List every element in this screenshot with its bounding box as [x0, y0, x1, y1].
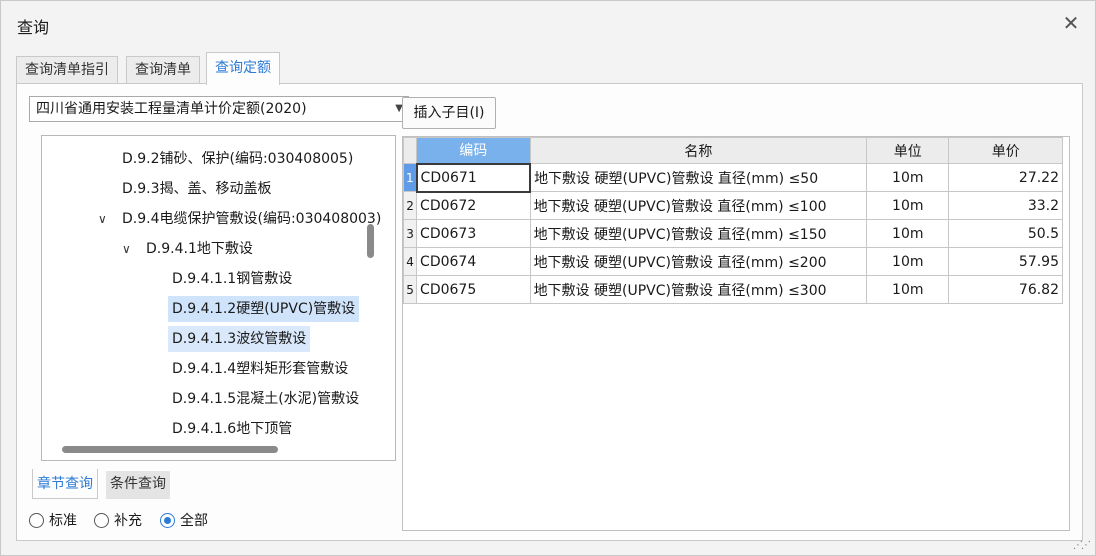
cell-name[interactable]: 地下敷设 硬塑(UPVC)管敷设 直径(mm) ≤300 — [529, 275, 868, 304]
table-header-row: 编码 名称 单位 单价 — [403, 137, 1063, 164]
tree-horizontal-scrollbar[interactable] — [62, 446, 278, 453]
cell-price[interactable]: 33.2 — [948, 191, 1063, 220]
cell-unit[interactable]: 10m — [866, 219, 950, 248]
tab-chapter-search[interactable]: 章节查询 — [32, 469, 98, 499]
quota-panel: 四川省通用安装工程量清单计价定额(2020) ▼ D.9.2铺砂、保护(编码:0… — [16, 83, 1083, 541]
cell-price[interactable]: 27.22 — [948, 163, 1063, 192]
tree-item[interactable]: D.9.2铺砂、保护(编码:030408005) — [118, 146, 357, 172]
resize-grip-icon[interactable]: ⋰⋰ — [1073, 540, 1091, 551]
radio-circle-icon — [94, 513, 109, 528]
quota-library-value: 四川省通用安装工程量清单计价定额(2020) — [36, 101, 307, 117]
cell-code[interactable]: CD0674 — [416, 247, 531, 276]
column-header-price[interactable]: 单价 — [948, 137, 1063, 164]
tree-item[interactable]: D.9.4.1.4塑料矩形套管敷设 — [168, 356, 352, 382]
tree-item[interactable]: D.9.4.1.5混凝土(水泥)管敷设 — [168, 386, 363, 412]
row-number[interactable]: 4 — [403, 247, 418, 276]
tree-item[interactable]: D.9.4.1地下敷设 — [142, 236, 257, 262]
row-number[interactable]: 2 — [403, 191, 418, 220]
radio-standard-label: 标准 — [49, 513, 77, 529]
cell-price[interactable]: 57.95 — [948, 247, 1063, 276]
insert-child-button[interactable]: 插入子目(I) — [402, 97, 496, 129]
close-icon[interactable]: ✕ — [1059, 11, 1083, 35]
cell-code[interactable]: CD0673 — [416, 219, 531, 248]
expand-toggle-icon[interactable]: ∨ — [122, 236, 131, 262]
row-number[interactable]: 3 — [403, 219, 418, 248]
tree-item[interactable]: D.9.4.1.3波纹管敷设 — [168, 326, 311, 352]
row-number[interactable]: 1 — [403, 163, 418, 192]
chapter-tree[interactable]: D.9.2铺砂、保护(编码:030408005) D.9.3揭、盖、移动盖板 ∨ D.… — [41, 135, 396, 461]
tree-vertical-scrollbar[interactable] — [367, 224, 374, 258]
quota-table: 编码 名称 单位 单价 1 CD0671 地下敷设 硬塑(UPVC)管敷设 直径(m… — [403, 137, 1063, 304]
table-row[interactable]: 2 CD0672 地下敷设 硬塑(UPVC)管敷设 直径(mm) ≤100 10m 33… — [403, 191, 1063, 220]
column-header-unit[interactable]: 单位 — [866, 137, 950, 164]
cell-unit[interactable]: 10m — [866, 191, 950, 220]
cell-code[interactable]: CD0675 — [416, 275, 531, 304]
column-header-rownum — [403, 137, 418, 164]
row-number[interactable]: 5 — [403, 275, 418, 304]
expand-toggle-icon[interactable]: ∨ — [98, 206, 107, 232]
cell-unit[interactable]: 10m — [866, 163, 950, 192]
tree-item[interactable]: D.9.4.1.1钢管敷设 — [168, 266, 296, 292]
cell-name[interactable]: 地下敷设 硬塑(UPVC)管敷设 直径(mm) ≤100 — [529, 191, 868, 220]
radio-all[interactable]: 全部 — [160, 511, 208, 531]
radio-circle-icon — [160, 513, 175, 528]
table-row[interactable]: 1 CD0671 地下敷设 硬塑(UPVC)管敷设 直径(mm) ≤50 10m 27.… — [403, 162, 1063, 193]
quota-library-select[interactable]: 四川省通用安装工程量清单计价定额(2020) ▼ — [29, 96, 409, 122]
cell-price[interactable]: 50.5 — [948, 219, 1063, 248]
radio-circle-icon — [29, 513, 44, 528]
table-row[interactable]: 4 CD0674 地下敷设 硬塑(UPVC)管敷设 直径(mm) ≤200 10m 57… — [403, 247, 1063, 276]
cell-name[interactable]: 地下敷设 硬塑(UPVC)管敷设 直径(mm) ≤50 — [529, 163, 868, 192]
radio-all-label: 全部 — [180, 513, 208, 529]
radio-supplement[interactable]: 补充 — [94, 511, 142, 531]
table-row[interactable]: 3 CD0673 地下敷设 硬塑(UPVC)管敷设 直径(mm) ≤150 10m 50… — [403, 219, 1063, 248]
radio-standard[interactable]: 标准 — [29, 511, 77, 531]
tree-item[interactable]: D.9.4.1.6地下顶管 — [168, 416, 296, 442]
cell-name[interactable]: 地下敷设 硬塑(UPVC)管敷设 直径(mm) ≤200 — [529, 247, 868, 276]
cell-price[interactable]: 76.82 — [948, 275, 1063, 304]
column-header-name[interactable]: 名称 — [529, 137, 868, 164]
tab-quota[interactable]: 查询定额 — [206, 52, 280, 85]
tree-item[interactable]: D.9.3揭、盖、移动盖板 — [118, 176, 276, 202]
cell-code[interactable]: CD0672 — [416, 191, 531, 220]
column-header-code[interactable]: 编码 — [416, 137, 531, 164]
cell-unit[interactable]: 10m — [866, 275, 950, 304]
cell-code[interactable]: CD0671 — [415, 162, 532, 193]
dialog-title: 查询 — [17, 18, 50, 37]
tree-item[interactable]: D.9.4.1.2硬塑(UPVC)管敷设 — [168, 296, 360, 322]
cell-unit[interactable]: 10m — [866, 247, 950, 276]
title-bar: 查询 ✕ — [1, 1, 1095, 47]
tab-bill-guide[interactable]: 查询清单指引 — [16, 56, 118, 84]
tree-item[interactable]: D.9.4电缆保护管敷设(编码:030408003) — [118, 206, 385, 232]
table-row[interactable]: 5 CD0675 地下敷设 硬塑(UPVC)管敷设 直径(mm) ≤300 10m 76… — [403, 275, 1063, 304]
cell-name[interactable]: 地下敷设 硬塑(UPVC)管敷设 直径(mm) ≤150 — [529, 219, 868, 248]
quota-grid[interactable]: 编码 名称 单位 单价 1 CD0671 地下敷设 硬塑(UPVC)管敷设 直径(m… — [402, 136, 1070, 531]
tab-bill[interactable]: 查询清单 — [126, 56, 200, 84]
tab-condition-search[interactable]: 条件查询 — [106, 471, 170, 499]
query-dialog: 查询 ✕ 查询清单指引 查询清单 查询定额 四川省通用安装工程量清单计价定额(2… — [0, 0, 1096, 556]
radio-supplement-label: 补充 — [114, 513, 142, 529]
